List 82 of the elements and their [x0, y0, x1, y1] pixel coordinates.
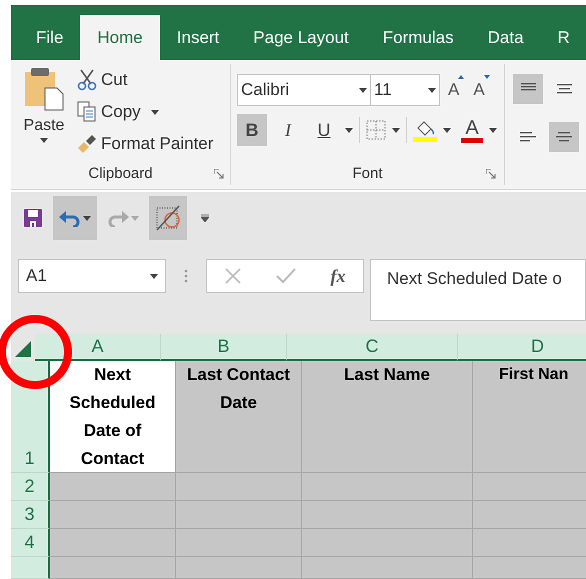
format-painter-button[interactable]: Format Painter [77, 130, 214, 158]
sheet-cell[interactable] [176, 529, 302, 557]
caret-icon [150, 274, 158, 278]
row-header[interactable]: 4 [11, 529, 50, 557]
row-header[interactable]: 1 [11, 361, 50, 473]
dialog-launcher-icon[interactable] [486, 169, 496, 179]
corner-triangle-icon [15, 341, 31, 357]
clear-formatting-icon [155, 205, 181, 231]
paintbrush-icon [77, 134, 97, 154]
color-bar [461, 138, 483, 142]
caret-icon [83, 216, 91, 220]
sheet-cell[interactable] [302, 557, 473, 579]
row-header[interactable] [11, 557, 50, 579]
select-all-button[interactable] [11, 334, 35, 361]
up-triangle-icon [458, 75, 464, 80]
copy-button[interactable]: Copy [77, 98, 214, 126]
row-header[interactable]: 3 [11, 501, 50, 529]
redo-icon [107, 209, 129, 227]
font-style-button[interactable]: U [309, 114, 339, 146]
undo-button[interactable] [53, 196, 97, 240]
group-label: Font [352, 164, 382, 184]
align-icon [554, 82, 574, 96]
sheet-cell[interactable]: Next Scheduled Date of Contact [50, 361, 176, 473]
font-style-button[interactable]: I [273, 114, 303, 146]
font-name-field[interactable]: Calibri [237, 74, 371, 106]
caret-icon [40, 138, 48, 143]
shrink-font-button[interactable]: A [471, 77, 487, 103]
sheet-cell[interactable] [302, 501, 473, 529]
caret-icon [489, 128, 497, 132]
caret-icon [359, 88, 367, 92]
sheet-cell[interactable] [50, 529, 176, 557]
insert-function-button[interactable]: fx [330, 262, 346, 290]
caret-icon [345, 128, 353, 132]
formula-field[interactable]: Next Scheduled Date o [370, 259, 586, 321]
save-icon [23, 208, 43, 228]
caret-icon [131, 216, 139, 220]
font-style-button[interactable]: B [237, 114, 267, 146]
customize-toolbar-icon[interactable] [201, 214, 209, 222]
borders-icon [366, 120, 386, 140]
sheet-cell[interactable]: Last Contact Date [176, 361, 302, 473]
sheet-cell[interactable] [176, 501, 302, 529]
ribbon-tab[interactable]: Home [80, 15, 160, 60]
alignment-button[interactable] [513, 74, 543, 104]
ribbon-tab[interactable]: File [19, 15, 80, 60]
dialog-launcher-icon[interactable] [214, 169, 224, 179]
caret-icon [428, 88, 436, 92]
ribbon-tab[interactable]: R [540, 15, 586, 60]
clipboard-icon [23, 66, 65, 112]
grow-font-button[interactable]: A [446, 77, 462, 103]
grip-icon [184, 269, 188, 283]
font-size-field[interactable]: 11 [370, 74, 440, 106]
cut-button[interactable]: Cut [77, 66, 214, 94]
align-icon [554, 130, 574, 144]
paste-button[interactable]: Paste [11, 66, 77, 163]
row-header[interactable]: 2 [11, 473, 50, 501]
sheet-cell[interactable] [302, 473, 473, 501]
alignment-button[interactable] [549, 122, 579, 152]
ribbon-tab[interactable]: Page Layout [236, 15, 366, 60]
sheet-cell[interactable] [50, 557, 176, 579]
check-icon[interactable] [276, 268, 296, 284]
undo-icon [59, 209, 81, 227]
font-color-button[interactable]: A [461, 118, 483, 142]
scissors-icon [77, 69, 97, 91]
caret-icon [443, 128, 451, 132]
sheet-cell[interactable] [50, 501, 176, 529]
ribbon-tab[interactable]: Formulas [366, 15, 471, 60]
caret-icon [150, 110, 159, 114]
caret-icon [392, 128, 400, 132]
clear-button[interactable] [149, 196, 187, 240]
ribbon-tab[interactable]: Insert [160, 15, 236, 60]
sheet-cell[interactable]: Last Name [302, 361, 473, 473]
sheet-cell[interactable] [50, 473, 176, 501]
cancel-icon[interactable] [224, 268, 240, 284]
align-icon [518, 130, 538, 144]
name-box[interactable]: A1 [18, 259, 166, 293]
copy-icon [77, 101, 97, 123]
ribbon-tab[interactable]: Data [470, 15, 541, 60]
group-label: Clipboard [88, 164, 153, 184]
sheet-cell[interactable] [176, 557, 302, 579]
sheet-cell[interactable] [302, 529, 473, 557]
down-triangle-icon [484, 75, 490, 80]
sheet-cell[interactable] [176, 473, 302, 501]
